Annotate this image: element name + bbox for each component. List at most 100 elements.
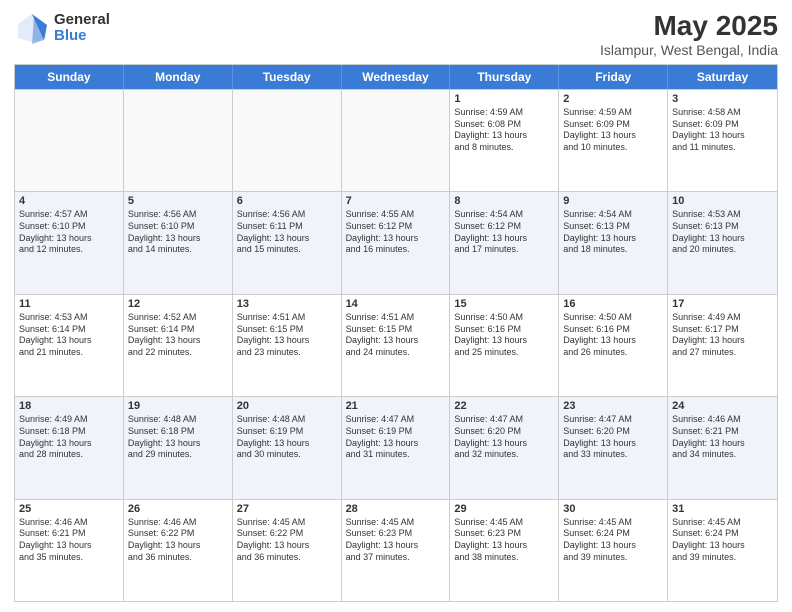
day-info: Sunrise: 4:46 AM Sunset: 6:21 PM Dayligh… [672,414,773,461]
cal-cell-day-7: 7 Sunrise: 4:55 AM Sunset: 6:12 PM Daylig… [342,192,451,293]
day-info: Sunrise: 4:45 AM Sunset: 6:22 PM Dayligh… [237,517,337,564]
cal-header-monday: Monday [124,65,233,89]
cal-cell-day-27: 27 Sunrise: 4:45 AM Sunset: 6:22 PM Dayli… [233,500,342,601]
cal-cell-empty [15,90,124,191]
cal-header-sunday: Sunday [15,65,124,89]
day-number: 3 [672,93,773,105]
day-number: 31 [672,503,773,515]
day-number: 26 [128,503,228,515]
cal-cell-day-20: 20 Sunrise: 4:48 AM Sunset: 6:19 PM Dayli… [233,397,342,498]
cal-cell-day-22: 22Sunrise: 4:47 AM Sunset: 6:20 PM Dayli… [450,397,559,498]
cal-week-0: 1 Sunrise: 4:59 AM Sunset: 6:08 PM Daylig… [15,89,777,191]
cal-cell-day-29: 29 Sunrise: 4:45 AM Sunset: 6:23 PM Dayli… [450,500,559,601]
day-number: 25 [19,503,119,515]
day-info: Sunrise: 4:52 AM Sunset: 6:14 PM Dayligh… [128,312,228,359]
day-number: 6 [237,195,337,207]
day-number: 11 [19,298,119,310]
cal-header-tuesday: Tuesday [233,65,342,89]
cal-cell-day-5: 5Sunrise: 4:56 AM Sunset: 6:10 PM Daylig… [124,192,233,293]
day-number: 16 [563,298,663,310]
day-info: Sunrise: 4:55 AM Sunset: 6:12 PM Dayligh… [346,209,446,256]
cal-cell-day-15: 15Sunrise: 4:50 AM Sunset: 6:16 PM Dayli… [450,295,559,396]
day-number: 2 [563,93,663,105]
day-info: Sunrise: 4:57 AM Sunset: 6:10 PM Dayligh… [19,209,119,256]
cal-cell-day-12: 12 Sunrise: 4:52 AM Sunset: 6:14 PM Dayli… [124,295,233,396]
day-info: Sunrise: 4:58 AM Sunset: 6:09 PM Dayligh… [672,107,773,154]
day-info: Sunrise: 4:53 AM Sunset: 6:14 PM Dayligh… [19,312,119,359]
day-number: 20 [237,400,337,412]
day-number: 18 [19,400,119,412]
header: General Blue May 2025 Islampur, West Ben… [14,10,778,58]
cal-cell-day-23: 23Sunrise: 4:47 AM Sunset: 6:20 PM Dayli… [559,397,668,498]
cal-cell-day-26: 26 Sunrise: 4:46 AM Sunset: 6:22 PM Dayli… [124,500,233,601]
day-number: 8 [454,195,554,207]
day-info: Sunrise: 4:45 AM Sunset: 6:23 PM Dayligh… [454,517,554,564]
cal-header-thursday: Thursday [450,65,559,89]
cal-header-saturday: Saturday [668,65,777,89]
cal-cell-day-4: 4 Sunrise: 4:57 AM Sunset: 6:10 PM Daylig… [15,192,124,293]
day-number: 4 [19,195,119,207]
cal-cell-day-28: 28 Sunrise: 4:45 AM Sunset: 6:23 PM Dayli… [342,500,451,601]
day-number: 10 [672,195,773,207]
day-info: Sunrise: 4:45 AM Sunset: 6:24 PM Dayligh… [563,517,663,564]
day-info: Sunrise: 4:51 AM Sunset: 6:15 PM Dayligh… [346,312,446,359]
day-info: Sunrise: 4:54 AM Sunset: 6:13 PM Dayligh… [563,209,663,256]
cal-cell-empty [124,90,233,191]
day-number: 9 [563,195,663,207]
cal-cell-day-31: 31Sunrise: 4:45 AM Sunset: 6:24 PM Dayli… [668,500,777,601]
day-info: Sunrise: 4:51 AM Sunset: 6:15 PM Dayligh… [237,312,337,359]
day-info: Sunrise: 4:59 AM Sunset: 6:08 PM Dayligh… [454,107,554,154]
day-number: 24 [672,400,773,412]
day-number: 17 [672,298,773,310]
day-number: 21 [346,400,446,412]
logo: General Blue [14,10,110,46]
day-info: Sunrise: 4:49 AM Sunset: 6:17 PM Dayligh… [672,312,773,359]
logo-blue-text: Blue [54,28,110,45]
day-number: 27 [237,503,337,515]
page: General Blue May 2025 Islampur, West Ben… [0,0,792,612]
cal-cell-empty [342,90,451,191]
cal-cell-day-2: 2 Sunrise: 4:59 AM Sunset: 6:09 PM Daylig… [559,90,668,191]
day-info: Sunrise: 4:46 AM Sunset: 6:22 PM Dayligh… [128,517,228,564]
cal-cell-day-1: 1 Sunrise: 4:59 AM Sunset: 6:08 PM Daylig… [450,90,559,191]
day-info: Sunrise: 4:54 AM Sunset: 6:12 PM Dayligh… [454,209,554,256]
day-number: 1 [454,93,554,105]
cal-cell-day-9: 9 Sunrise: 4:54 AM Sunset: 6:13 PM Daylig… [559,192,668,293]
day-info: Sunrise: 4:48 AM Sunset: 6:19 PM Dayligh… [237,414,337,461]
calendar-body: 1 Sunrise: 4:59 AM Sunset: 6:08 PM Daylig… [15,89,777,601]
cal-cell-day-8: 8 Sunrise: 4:54 AM Sunset: 6:12 PM Daylig… [450,192,559,293]
day-info: Sunrise: 4:50 AM Sunset: 6:16 PM Dayligh… [563,312,663,359]
day-info: Sunrise: 4:46 AM Sunset: 6:21 PM Dayligh… [19,517,119,564]
logo-general-text: General [54,12,110,29]
day-info: Sunrise: 4:59 AM Sunset: 6:09 PM Dayligh… [563,107,663,154]
cal-week-4: 25 Sunrise: 4:46 AM Sunset: 6:21 PM Dayli… [15,499,777,601]
main-title: May 2025 [600,10,778,42]
day-number: 13 [237,298,337,310]
cal-cell-empty [233,90,342,191]
cal-cell-day-3: 3 Sunrise: 4:58 AM Sunset: 6:09 PM Daylig… [668,90,777,191]
cal-cell-day-17: 17 Sunrise: 4:49 AM Sunset: 6:17 PM Dayli… [668,295,777,396]
cal-cell-day-14: 14Sunrise: 4:51 AM Sunset: 6:15 PM Dayli… [342,295,451,396]
cal-header-friday: Friday [559,65,668,89]
cal-cell-day-18: 18 Sunrise: 4:49 AM Sunset: 6:18 PM Dayli… [15,397,124,498]
day-info: Sunrise: 4:56 AM Sunset: 6:11 PM Dayligh… [237,209,337,256]
subtitle: Islampur, West Bengal, India [600,42,778,58]
day-info: Sunrise: 4:45 AM Sunset: 6:23 PM Dayligh… [346,517,446,564]
day-number: 7 [346,195,446,207]
cal-cell-day-19: 19Sunrise: 4:48 AM Sunset: 6:18 PM Dayli… [124,397,233,498]
day-number: 29 [454,503,554,515]
day-info: Sunrise: 4:49 AM Sunset: 6:18 PM Dayligh… [19,414,119,461]
cal-cell-day-11: 11 Sunrise: 4:53 AM Sunset: 6:14 PM Dayli… [15,295,124,396]
day-number: 30 [563,503,663,515]
calendar: SundayMondayTuesdayWednesdayThursdayFrid… [14,64,778,602]
calendar-header-row: SundayMondayTuesdayWednesdayThursdayFrid… [15,65,777,89]
cal-cell-day-21: 21Sunrise: 4:47 AM Sunset: 6:19 PM Dayli… [342,397,451,498]
day-number: 12 [128,298,228,310]
cal-cell-day-24: 24 Sunrise: 4:46 AM Sunset: 6:21 PM Dayli… [668,397,777,498]
day-number: 23 [563,400,663,412]
day-number: 5 [128,195,228,207]
day-number: 15 [454,298,554,310]
cal-week-2: 11 Sunrise: 4:53 AM Sunset: 6:14 PM Dayli… [15,294,777,396]
day-number: 28 [346,503,446,515]
day-number: 22 [454,400,554,412]
